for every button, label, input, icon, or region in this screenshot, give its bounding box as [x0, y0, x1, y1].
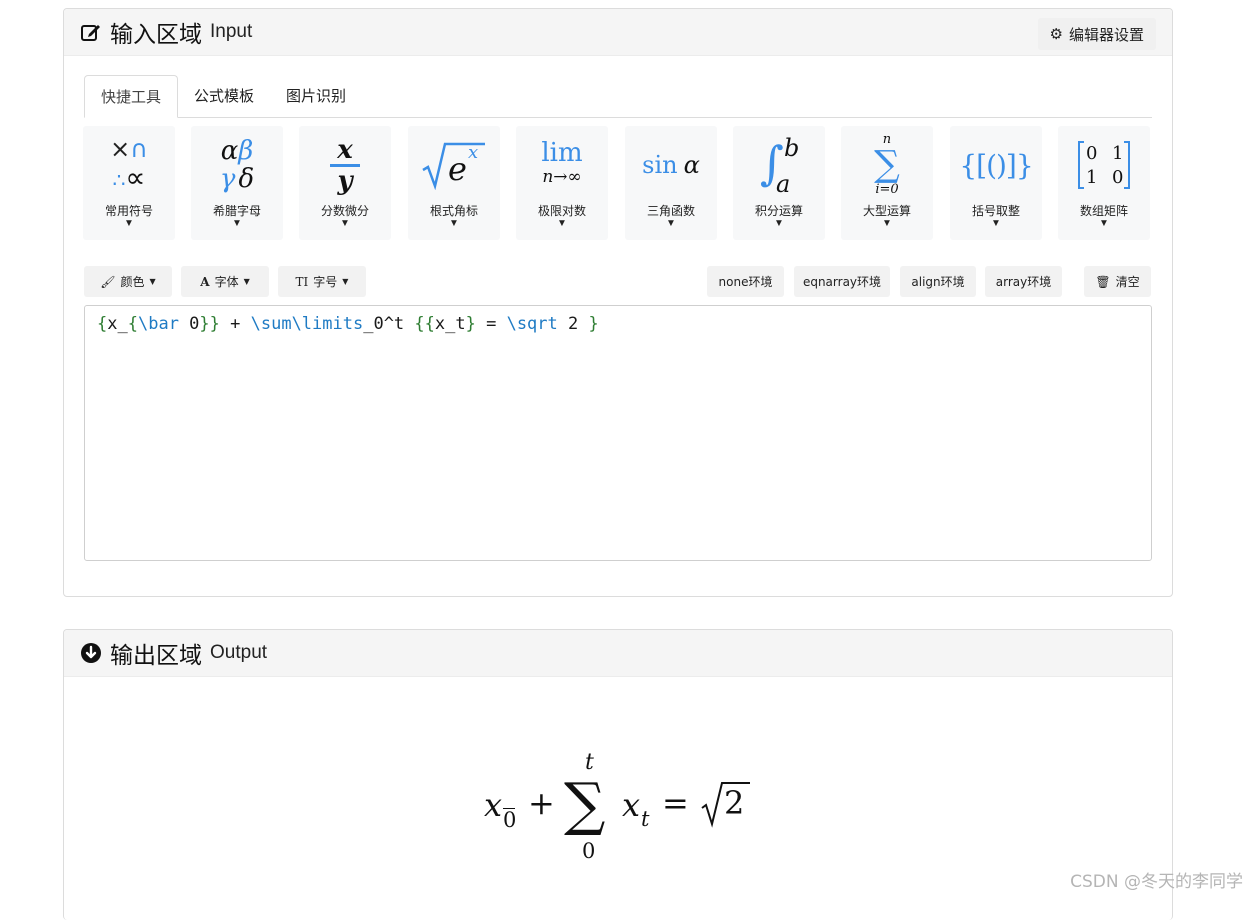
code-token: { — [97, 314, 108, 334]
tool-fraction[interactable]: x y 分数微分 ▼ — [299, 126, 391, 240]
env-none-button[interactable]: none环境 — [707, 266, 784, 297]
font-button[interactable]: A 字体 ▼ — [181, 266, 269, 297]
tool-big-operators[interactable]: n ∑ i=0 大型运算 ▼ — [841, 126, 933, 240]
circle-arrow-down-icon — [81, 643, 101, 663]
caret-down-icon: ▼ — [342, 277, 349, 286]
watermark: CSDN @冬天的李同学 — [1070, 872, 1243, 892]
editor-code-line[interactable]: {x_{\bar 0}} + \sum\limits_0^t {{x_t} = … — [97, 314, 599, 334]
code-token: \sum\limits — [250, 314, 364, 334]
env-eqnarray-button[interactable]: eqnarray环境 — [794, 266, 890, 297]
chevron-down-icon: ▼ — [991, 218, 1001, 229]
font-icon: A — [200, 274, 210, 289]
limit-icon: lim n→∞ — [541, 138, 583, 187]
tool-greek-letters[interactable]: αβ γδ 希腊字母 ▼ — [191, 126, 283, 240]
tool-integral[interactable]: ∫ b a 积分运算 ▼ — [733, 126, 825, 240]
rendered-formula: x 0 + t ∑ 0 x t = 2 — [64, 750, 1172, 870]
chevron-down-icon: ▼ — [774, 218, 784, 229]
paint-brush-icon: 🖌 — [100, 274, 116, 289]
code-token: } — [465, 314, 476, 334]
sum-icon: n ∑ i=0 — [874, 132, 900, 197]
symbols-icon: ×∩ ∴∝ — [110, 134, 148, 194]
chevron-down-icon: ▼ — [340, 218, 350, 229]
gear-icon: ⚙ — [1049, 25, 1063, 43]
env-align-button[interactable]: align环境 — [900, 266, 976, 297]
code-token: { — [127, 314, 138, 334]
code-token: = — [475, 314, 507, 334]
latex-editor[interactable]: {x_{\bar 0}} + \sum\limits_0^t {{x_t} = … — [84, 305, 1152, 561]
output-title-cn: 输出区域 — [110, 643, 202, 669]
integral-icon: ∫ b a — [760, 134, 800, 198]
input-panel: 输入区域 Input ⚙ 编辑器设置 快捷工具 公式模板 图片识别 ×∩ ∴∝ … — [63, 8, 1173, 597]
output-panel-header: 输出区域 Output — [64, 630, 1172, 677]
color-button[interactable]: 🖌 颜色 ▼ — [84, 266, 172, 297]
tool-brackets[interactable]: {[()]} 括号取整 ▼ — [950, 126, 1042, 240]
code-token: \bar — [137, 314, 179, 334]
trash-icon: 🗑 — [1095, 274, 1111, 289]
output-title-en: Output — [210, 642, 268, 663]
tool-radical[interactable]: e x 根式角标 ▼ — [408, 126, 500, 240]
tool-limit[interactable]: lim n→∞ 极限对数 ▼ — [516, 126, 608, 240]
code-token: 2 — [557, 314, 589, 334]
greek-letters-icon: αβ γδ — [219, 136, 255, 194]
trig-icon: sin α — [642, 151, 700, 179]
tab-formula-templates[interactable]: 公式模板 — [178, 75, 270, 116]
tool-matrix[interactable]: 0 1 1 0 数组矩阵 ▼ — [1058, 126, 1150, 240]
text-height-icon: TI — [295, 274, 309, 289]
fraction-icon: x y — [299, 132, 391, 198]
tool-common-symbols[interactable]: ×∩ ∴∝ 常用符号 ▼ — [83, 126, 175, 240]
chevron-down-icon: ▼ — [1099, 218, 1109, 229]
input-title-en: Input — [210, 21, 253, 42]
chevron-down-icon: ▼ — [232, 218, 242, 229]
tool-trig[interactable]: sin α 三角函数 ▼ — [625, 126, 717, 240]
caret-down-icon: ▼ — [243, 277, 250, 286]
code-token: x_t — [434, 314, 466, 334]
caret-down-icon: ▼ — [149, 277, 156, 286]
env-array-button[interactable]: array环境 — [985, 266, 1062, 297]
radical-icon: e x — [408, 132, 500, 198]
tool-palette: ×∩ ∴∝ 常用符号 ▼ αβ γδ 希腊字母 ▼ x y 分数微分 ▼ e x… — [83, 126, 1153, 240]
editor-settings-label: 编辑器设置 — [1068, 25, 1144, 44]
tab-bar: 快捷工具 公式模板 图片识别 — [84, 75, 1152, 118]
output-panel: 输出区域 Output x 0 + t ∑ 0 x t = 2 — [63, 629, 1173, 920]
code-token: x_ — [107, 314, 128, 334]
input-panel-header: 输入区域 Input ⚙ 编辑器设置 — [64, 9, 1172, 56]
matrix-icon: 0 1 1 0 — [1058, 132, 1150, 198]
code-token: }} — [199, 314, 220, 334]
clear-button[interactable]: 🗑 清空 — [1084, 266, 1151, 297]
brackets-icon: {[()]} — [959, 148, 1033, 182]
code-token: } — [588, 314, 599, 334]
tab-quick-tools[interactable]: 快捷工具 — [84, 75, 179, 118]
tab-image-recognition[interactable]: 图片识别 — [270, 75, 362, 116]
font-size-button[interactable]: TI 字号 ▼ — [278, 266, 366, 297]
editor-settings-button[interactable]: ⚙ 编辑器设置 — [1037, 18, 1156, 50]
chevron-down-icon: ▼ — [666, 218, 676, 229]
edit-icon — [81, 25, 100, 41]
chevron-down-icon: ▼ — [449, 218, 459, 229]
code-token: + — [219, 314, 251, 334]
code-token: _0^t — [363, 314, 415, 334]
input-title-cn: 输入区域 — [110, 22, 202, 48]
code-token: 0 — [178, 314, 200, 334]
code-token: \sqrt — [506, 314, 558, 334]
chevron-down-icon: ▼ — [557, 218, 567, 229]
code-token: {{ — [414, 314, 435, 334]
chevron-down-icon: ▼ — [882, 218, 892, 229]
chevron-down-icon: ▼ — [124, 218, 134, 229]
